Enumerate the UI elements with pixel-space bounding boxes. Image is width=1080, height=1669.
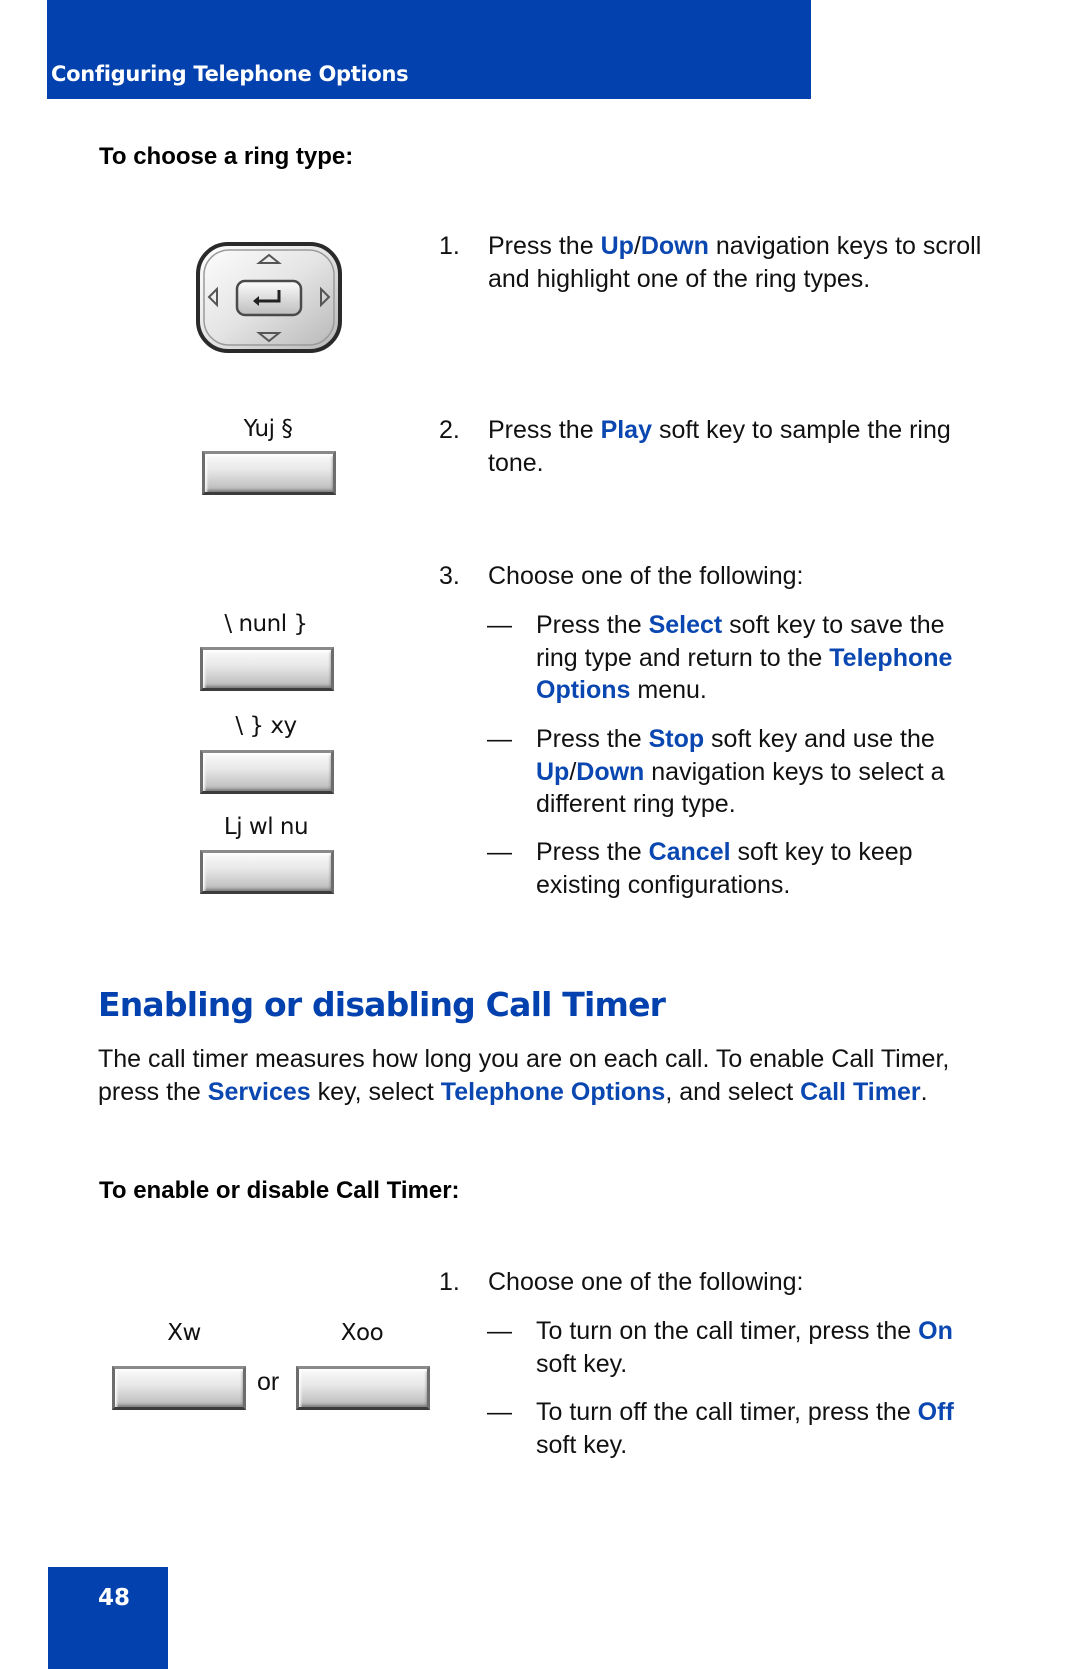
play-key-ref: Play — [600, 416, 652, 444]
section-title-call-timer: Enabling or disabling Call Timer — [98, 985, 666, 1024]
page-number: 48 — [98, 1585, 131, 1611]
off-softkey-label: Xoo — [340, 1320, 384, 1346]
on-softkey-label: Xw — [167, 1320, 201, 1346]
page-number-box — [48, 1567, 168, 1669]
on-softkey[interactable] — [112, 1366, 246, 1410]
navigation-cluster-icon — [196, 242, 342, 353]
off-key-ref: Off — [917, 1398, 954, 1426]
running-header-title: Configuring Telephone Options — [51, 62, 409, 86]
off-softkey[interactable] — [296, 1366, 430, 1410]
cancel-softkey-label: Lj wl nu — [223, 814, 309, 840]
play-softkey-label: Yuj § — [243, 416, 293, 442]
or-label: or — [257, 1368, 280, 1396]
select-key-ref: Select — [648, 611, 723, 639]
on-key-ref: On — [918, 1317, 953, 1345]
call-timer-intro: The call timer measures how long you are… — [98, 1045, 950, 1106]
up-key-ref: Up — [536, 757, 570, 786]
down-key-ref: Down — [640, 232, 709, 260]
stop-key-ref: Stop — [648, 725, 705, 753]
call-timer-ref: Call Timer — [800, 1077, 921, 1106]
procedure-heading-ring-type: To choose a ring type: — [99, 143, 354, 170]
stop-softkey[interactable] — [200, 750, 334, 794]
cancel-softkey[interactable] — [200, 850, 334, 894]
select-softkey-label: \ nunl } — [224, 611, 308, 637]
procedure-heading-call-timer: To enable or disable Call Timer: — [99, 1177, 460, 1204]
down-key-ref: Down — [576, 757, 645, 786]
cancel-key-ref: Cancel — [648, 838, 731, 866]
up-key-ref: Up — [600, 232, 634, 260]
select-softkey[interactable] — [200, 647, 334, 691]
stop-softkey-label: \ } xy — [235, 713, 297, 739]
play-softkey[interactable] — [202, 451, 336, 495]
services-key-ref: Services — [207, 1077, 311, 1106]
telephone-options-ref: Telephone Options — [440, 1077, 666, 1106]
